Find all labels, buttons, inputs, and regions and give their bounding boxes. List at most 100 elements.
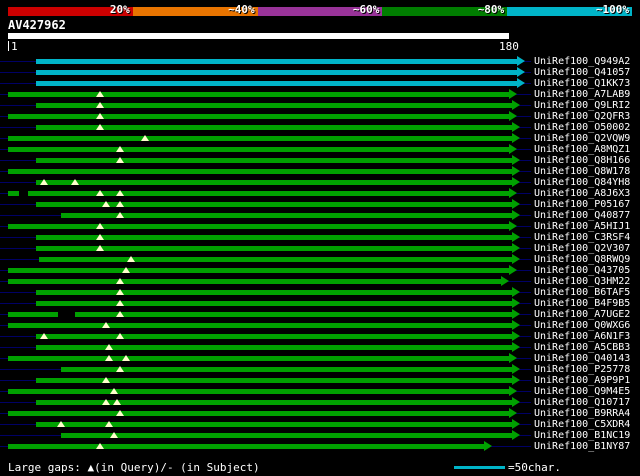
hit-label[interactable]: UniRef100_A7UGE2 [534,309,630,320]
hit-bar[interactable] [8,92,509,97]
hit-bar[interactable] [36,290,512,295]
query-gap-triangle-icon [122,355,130,361]
alignment-row: UniRef100_Q40143 [0,353,640,364]
hit-bar[interactable] [36,59,517,64]
hit-arrowhead-icon [509,221,517,231]
hit-arrowhead-icon [509,386,517,396]
hit-bar[interactable] [36,334,512,339]
hit-bar[interactable] [36,125,512,130]
hit-label[interactable]: UniRef100_B1NC19 [534,430,630,441]
key-segment-label: ~60% [352,3,380,16]
query-gap-triangle-icon [96,245,104,251]
hit-bar[interactable] [8,169,512,174]
hit-bar[interactable] [8,411,509,416]
hit-label[interactable]: UniRef100_A8MQZ1 [534,144,630,155]
hit-label[interactable]: UniRef100_Q3HM22 [534,276,630,287]
alignment-row: UniRef100_Q0WXG6 [0,320,640,331]
hit-bar[interactable] [8,268,509,273]
alignment-row: UniRef100_Q2QFR3 [0,111,640,122]
hit-arrowhead-icon [512,254,520,264]
hit-label[interactable]: UniRef100_Q41057 [534,67,630,78]
hit-bar[interactable] [8,356,509,361]
hit-bar[interactable] [39,257,512,262]
hit-bar[interactable] [8,389,509,394]
hit-bar[interactable] [8,136,512,141]
hit-label[interactable]: UniRef100_Q10717 [534,397,630,408]
hit-label[interactable]: UniRef100_Q949A2 [534,56,630,67]
hit-bar[interactable] [8,444,484,449]
hit-label[interactable]: UniRef100_A9P9P1 [534,375,630,386]
hit-arrowhead-icon [484,441,492,451]
query-gap-triangle-icon [113,399,121,405]
hit-label[interactable]: UniRef100_C3RSF4 [534,232,630,243]
hit-bar[interactable] [36,158,512,163]
hit-label[interactable]: UniRef100_Q84YH8 [534,177,630,188]
query-gap-triangle-icon [96,443,104,449]
hit-arrowhead-icon [512,166,520,176]
hit-label[interactable]: UniRef100_Q2V307 [534,243,630,254]
hit-bar[interactable] [8,224,509,229]
hit-bar[interactable] [8,312,512,317]
hit-bar[interactable] [36,246,512,251]
hit-label[interactable]: UniRef100_P05167 [534,199,630,210]
hit-bar[interactable] [36,70,517,75]
alignment-row: UniRef100_O50002 [0,122,640,133]
hit-bar[interactable] [61,367,512,372]
query-gap-triangle-icon [71,179,79,185]
key-segment: ~80% [382,3,508,16]
hit-bar[interactable] [8,114,509,119]
hit-label[interactable]: UniRef100_Q8W178 [534,166,630,177]
hit-bar[interactable] [36,81,517,86]
alignment-row: UniRef100_B1NY87 [0,441,640,452]
alignment-row: UniRef100_Q3HM22 [0,276,640,287]
hit-label[interactable]: UniRef100_Q1KK73 [534,78,630,89]
hit-arrowhead-icon [512,342,520,352]
hit-bar[interactable] [61,213,512,218]
query-gap-triangle-icon [122,267,130,273]
hit-label[interactable]: UniRef100_A5CBB3 [534,342,630,353]
hit-arrowhead-icon [512,122,520,132]
hit-label[interactable]: UniRef100_A8J6X3 [534,188,630,199]
hit-label[interactable]: UniRef100_B9RRA4 [534,408,630,419]
hit-label[interactable]: UniRef100_A5HIJ1 [534,221,630,232]
alignment-row: UniRef100_Q40877 [0,210,640,221]
hit-bar[interactable] [61,433,512,438]
hit-bar[interactable] [8,323,512,328]
hit-bar[interactable] [8,147,509,152]
hit-bar[interactable] [36,180,512,185]
hit-label[interactable]: UniRef100_P25778 [534,364,630,375]
hit-bar[interactable] [36,301,512,306]
hit-bar[interactable] [36,103,512,108]
hit-label[interactable]: UniRef100_Q40143 [534,353,630,364]
hit-label[interactable]: UniRef100_B1NY87 [534,441,630,452]
hit-arrowhead-icon [509,265,517,275]
hit-label[interactable]: UniRef100_B4F9B5 [534,298,630,309]
hit-label[interactable]: UniRef100_O50002 [534,122,630,133]
hit-bar[interactable] [8,191,509,196]
hit-label[interactable]: UniRef100_Q43705 [534,265,630,276]
hit-label[interactable]: UniRef100_A7LAB9 [534,89,630,100]
hit-label[interactable]: UniRef100_Q2VQW9 [534,133,630,144]
query-gap-triangle-icon [116,278,124,284]
query-gap-triangle-icon [110,432,118,438]
hit-label[interactable]: UniRef100_A6N1F3 [534,331,630,342]
subject-gap [58,312,75,317]
hit-label[interactable]: UniRef100_Q8H166 [534,155,630,166]
hit-label[interactable]: UniRef100_Q9M4E5 [534,386,630,397]
hit-bar[interactable] [36,235,512,240]
hit-label[interactable]: UniRef100_Q9LRI2 [534,100,630,111]
hit-label[interactable]: UniRef100_Q40877 [534,210,630,221]
alignment-row: UniRef100_A5HIJ1 [0,221,640,232]
key-segment: ~40% [132,3,258,16]
hit-arrowhead-icon [509,144,517,154]
hit-bar[interactable] [8,279,501,284]
hit-label[interactable]: UniRef100_Q2QFR3 [534,111,630,122]
hit-label[interactable]: UniRef100_B6TAF5 [534,287,630,298]
alignment-row: UniRef100_Q8RWQ9 [0,254,640,265]
hit-label[interactable]: UniRef100_C5XDR4 [534,419,630,430]
hit-arrowhead-icon [512,243,520,253]
alignment-row: UniRef100_Q1KK73 [0,78,640,89]
hit-label[interactable]: UniRef100_Q8RWQ9 [534,254,630,265]
alignment-row: UniRef100_C5XDR4 [0,419,640,430]
hit-label[interactable]: UniRef100_Q0WXG6 [534,320,630,331]
